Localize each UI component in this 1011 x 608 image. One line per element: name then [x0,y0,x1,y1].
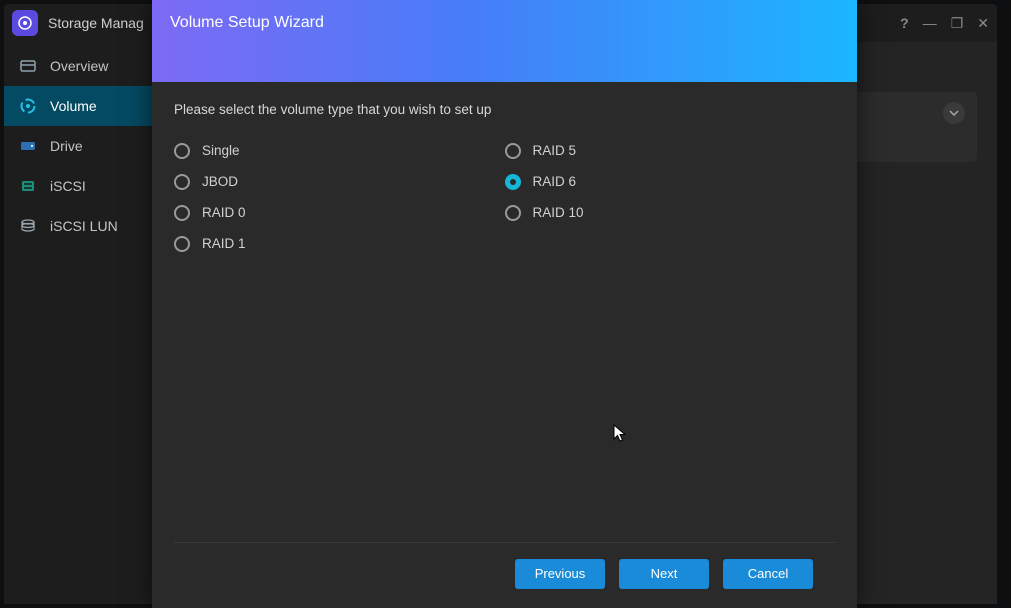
radio-icon [174,143,190,159]
radio-icon [174,174,190,190]
radio-icon [174,205,190,221]
dialog-header: Volume Setup Wizard [152,0,857,82]
radio-label: JBOD [202,174,238,189]
next-button[interactable]: Next [619,559,709,589]
option-raid5[interactable]: RAID 5 [505,135,836,166]
cancel-button[interactable]: Cancel [723,559,813,589]
option-jbod[interactable]: JBOD [174,166,505,197]
volume-setup-wizard-dialog: Volume Setup Wizard Please select the vo… [152,0,857,608]
radio-label: RAID 10 [533,205,584,220]
options-left-column: Single JBOD RAID 0 RAID 1 [174,135,505,259]
option-raid0[interactable]: RAID 0 [174,197,505,228]
radio-label: RAID 6 [533,174,577,189]
radio-icon [505,205,521,221]
radio-icon [505,174,521,190]
radio-label: RAID 0 [202,205,246,220]
options-right-column: RAID 5 RAID 6 RAID 10 [505,135,836,259]
modal-overlay: Volume Setup Wizard Please select the vo… [0,0,1011,608]
radio-label: RAID 5 [533,143,577,158]
option-raid6[interactable]: RAID 6 [505,166,836,197]
option-raid1[interactable]: RAID 1 [174,228,505,259]
dialog-footer: Previous Next Cancel [174,542,835,604]
dialog-title: Volume Setup Wizard [170,14,324,32]
radio-icon [174,236,190,252]
radio-icon [505,143,521,159]
option-raid10[interactable]: RAID 10 [505,197,836,228]
dialog-prompt: Please select the volume type that you w… [174,102,835,117]
radio-label: RAID 1 [202,236,246,251]
volume-type-options: Single JBOD RAID 0 RAID 1 [174,135,835,259]
previous-button[interactable]: Previous [515,559,605,589]
option-single[interactable]: Single [174,135,505,166]
desktop: Storage Manag ? — ❐ ✕ Overview [0,0,1011,608]
radio-label: Single [202,143,240,158]
dialog-body: Please select the volume type that you w… [152,82,857,542]
